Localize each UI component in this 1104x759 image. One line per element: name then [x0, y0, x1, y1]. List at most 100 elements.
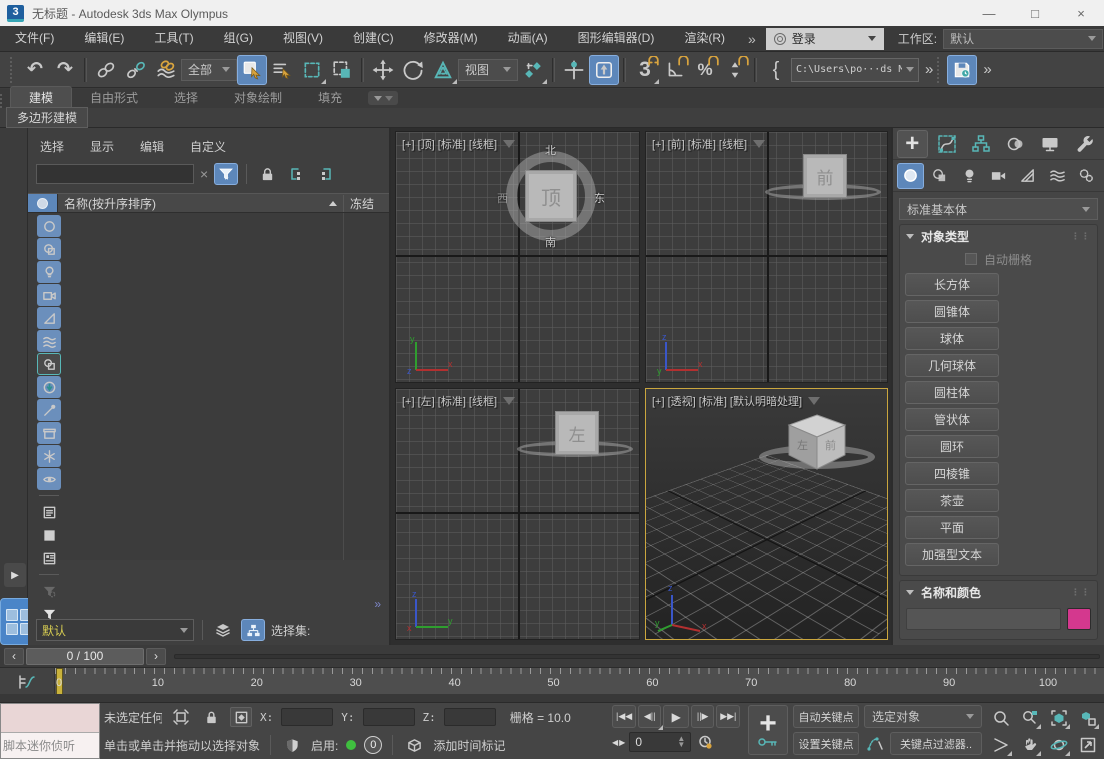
reference-coordinate-dropdown[interactable]: 视图	[458, 59, 518, 81]
degradation-zero-badge[interactable]: 0	[364, 736, 382, 754]
select-by-name-icon[interactable]	[267, 55, 297, 85]
viewcube-face[interactable]: 顶	[525, 170, 577, 222]
tab-display[interactable]	[1035, 130, 1065, 158]
viewport-front[interactable]: [+] [前] [标准] [线框] 前 zxy	[645, 131, 888, 383]
next-frame-arrow[interactable]: ›	[146, 648, 166, 665]
filter-containers-icon[interactable]	[37, 422, 61, 444]
compass-north[interactable]: 北	[545, 142, 556, 158]
category-lights[interactable]	[956, 163, 982, 189]
active-layer-dropdown[interactable]: 默认	[36, 619, 194, 641]
create-tube-button[interactable]: 管状体	[905, 408, 999, 431]
filter-hidden-icon[interactable]	[37, 468, 61, 490]
viewcube-face[interactable]: 前	[803, 154, 847, 198]
select-and-place-button[interactable]	[589, 55, 619, 85]
filter-geometry-icon[interactable]	[37, 215, 61, 237]
zoom-all-icon[interactable]	[1017, 705, 1042, 730]
explorer-menu-display[interactable]: 显示	[90, 138, 114, 155]
autogrid-checkbox[interactable]	[965, 253, 977, 265]
set-keys-button[interactable]: +	[748, 705, 788, 755]
category-shapes[interactable]	[927, 163, 953, 189]
menu-create[interactable]: 创建(C)	[338, 26, 409, 51]
maxscript-mini-listener[interactable]: 脚本迷你侦听	[0, 703, 100, 759]
rectangular-selection-region-icon[interactable]	[297, 55, 327, 85]
time-tag-cube-icon[interactable]	[403, 735, 425, 755]
column-header-name[interactable]: 名称(按升序排序)	[58, 195, 344, 212]
viewcube[interactable]: 左 前	[767, 411, 867, 481]
zoom-extents-all-icon[interactable]	[1075, 705, 1100, 730]
create-box-button[interactable]: 长方体	[905, 273, 999, 296]
category-helpers[interactable]	[1015, 163, 1041, 189]
menu-rendering[interactable]: 渲染(R)	[669, 26, 740, 51]
maximize-viewport-toggle-icon[interactable]	[1075, 732, 1100, 757]
filter-helpers-icon[interactable]	[37, 307, 61, 329]
search-filter-icon[interactable]	[214, 163, 238, 185]
listener-macro-pane[interactable]	[1, 704, 99, 733]
compass-west[interactable]: 西	[497, 190, 508, 206]
zoom-extents-icon[interactable]	[1046, 705, 1071, 730]
key-mode-dropdown[interactable]: 选定对象	[864, 705, 982, 728]
viewport-left[interactable]: [+] [左] [标准] [线框] 左 zyx	[395, 388, 640, 640]
explorer-menu-edit[interactable]: 编辑	[140, 138, 164, 155]
toolbar-grip[interactable]	[937, 57, 941, 83]
create-textplus-button[interactable]: 加强型文本	[905, 543, 999, 566]
scene-explorer-toggle-icon[interactable]	[241, 619, 265, 641]
filter-shapes-icon[interactable]	[37, 238, 61, 260]
selection-filter-dropdown[interactable]: 全部	[181, 59, 237, 81]
per-view-filter-icon[interactable]	[808, 397, 820, 405]
create-teapot-button[interactable]: 茶壶	[905, 489, 999, 512]
object-name-input[interactable]	[906, 608, 1061, 630]
filter-bones-icon[interactable]	[37, 399, 61, 421]
keyboard-shortcut-override-icon[interactable]: {	[761, 55, 791, 85]
explorer-menu-customize[interactable]: 自定义	[190, 138, 226, 155]
workspace-dropdown[interactable]: 默认	[943, 29, 1103, 49]
pan-hand-icon[interactable]	[1017, 732, 1042, 757]
key-steps-icon[interactable]	[864, 732, 886, 755]
tab-motion[interactable]	[1001, 130, 1031, 158]
filter-lights-icon[interactable]	[37, 261, 61, 283]
viewcube[interactable]: 前	[773, 146, 873, 216]
category-geometry[interactable]	[897, 163, 924, 189]
filter-spacewarps-icon[interactable]	[37, 330, 61, 352]
adaptive-degradation-shield-icon[interactable]	[281, 735, 303, 755]
ribbon-tab-modeling[interactable]: 建模	[10, 86, 72, 108]
listener-label[interactable]: 脚本迷你侦听	[1, 733, 99, 758]
create-sphere-button[interactable]: 球体	[905, 327, 999, 350]
viewport-label-top[interactable]: [+] [顶] [标准] [线框]	[402, 136, 515, 152]
snaps-toggle-icon[interactable]: 3	[630, 55, 660, 85]
ribbon-tab-populate[interactable]: 填充	[300, 87, 360, 108]
key-mode-toggle-icon[interactable]: ◀▶	[612, 738, 626, 747]
angle-snap-toggle-icon[interactable]	[660, 55, 690, 85]
explorer-object-list[interactable]: »	[28, 213, 389, 560]
create-plane-button[interactable]: 平面	[905, 516, 999, 539]
zoom-icon[interactable]	[988, 705, 1013, 730]
project-folder-dropdown[interactable]: C:\Users\po···ds Max 2024	[791, 58, 919, 82]
toolbar-grip[interactable]	[10, 57, 14, 83]
object-type-rollout-header[interactable]: 对象类型 ⋮⋮	[900, 225, 1097, 247]
frame-spinner[interactable]: ▲▼	[677, 736, 685, 749]
time-configuration-icon[interactable]	[694, 732, 716, 752]
viewport-label-front[interactable]: [+] [前] [标准] [线框]	[652, 136, 765, 152]
auto-key-button[interactable]: 自动关键点	[793, 705, 859, 728]
explorer-search-input[interactable]	[36, 164, 194, 184]
viewport-top[interactable]: [+] [顶] [标准] [线框] 北 东 南 西 顶 yxz	[395, 131, 640, 383]
go-to-start-button[interactable]: |◀◀	[612, 705, 636, 728]
ribbon-tab-object-paint[interactable]: 对象绘制	[216, 87, 300, 108]
orbit-icon[interactable]	[1046, 732, 1071, 757]
unlink-selection-icon[interactable]	[121, 55, 151, 85]
filter-cameras-icon[interactable]	[37, 284, 61, 306]
name-color-rollout-header[interactable]: 名称和颜色 ⋮⋮	[900, 581, 1097, 603]
mini-curve-editor-button[interactable]	[0, 668, 55, 695]
view-blank-icon[interactable]	[37, 524, 61, 546]
minimize-icon[interactable]: —	[966, 0, 1012, 26]
next-frame-button[interactable]: ||▶	[691, 705, 714, 728]
selection-lock-icon[interactable]	[200, 707, 222, 727]
x-coordinate-field[interactable]	[281, 708, 333, 726]
bind-to-spacewarp-icon[interactable]	[151, 55, 181, 85]
create-geosphere-button[interactable]: 几何球体	[905, 354, 999, 377]
ribbon-tab-freeform[interactable]: 自由形式	[72, 87, 156, 108]
tab-create[interactable]: +	[897, 130, 928, 158]
ribbon-tab-selection[interactable]: 选择	[156, 87, 216, 108]
window-crossing-toggle-icon[interactable]	[327, 55, 357, 85]
absolute-offset-toggle-icon[interactable]	[230, 707, 252, 727]
menu-graph-editors[interactable]: 图形编辑器(D)	[563, 26, 670, 51]
